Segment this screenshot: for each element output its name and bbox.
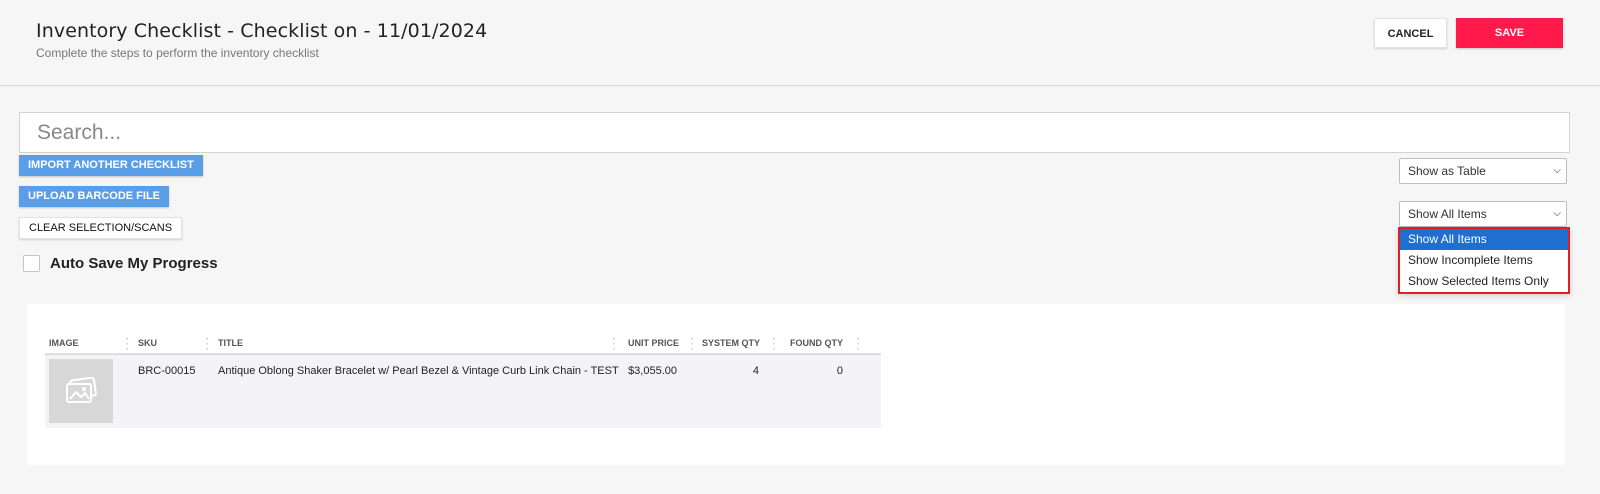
clear-selection-button[interactable]: CLEAR SELECTION/SCANS [19, 217, 183, 239]
row-sku: BRC-00015 [138, 365, 196, 377]
image-placeholder-icon [49, 359, 113, 423]
import-checklist-button[interactable]: IMPORT ANOTHER CHECKLIST [19, 155, 203, 176]
upload-barcode-button[interactable]: UPLOAD BARCODE FILE [19, 186, 169, 207]
filter-option-all[interactable]: Show All Items [1400, 229, 1568, 250]
row-unit-price: $3,055.00 [628, 365, 677, 377]
chevron-down-icon: ⌵ [1553, 165, 1561, 176]
save-button[interactable]: SAVE [1456, 18, 1563, 48]
column-resize-handle[interactable] [767, 336, 770, 350]
table-header: IMAGE SKU TITLE UNIT PRICE SYSTEM QTY FO… [45, 332, 881, 354]
auto-save-checkbox[interactable] [23, 255, 40, 272]
table-row[interactable]: BRC-00015 Antique Oblong Shaker Bracelet… [45, 354, 881, 428]
search-input[interactable] [19, 112, 1570, 153]
items-table: IMAGE SKU TITLE UNIT PRICE SYSTEM QTY FO… [45, 332, 881, 428]
column-header-found-qty[interactable]: FOUND QTY [773, 332, 843, 354]
auto-save-label: Auto Save My Progress [50, 255, 218, 272]
chevron-down-icon: ⌵ [1553, 208, 1561, 219]
column-header-unit-price[interactable]: UNIT PRICE [615, 332, 679, 354]
filter-value: Show All Items [1408, 207, 1487, 221]
column-header-image[interactable]: IMAGE [49, 332, 79, 354]
view-mode-select[interactable]: Show as Table ⌵ [1399, 158, 1567, 184]
row-found-qty: 0 [836, 365, 843, 377]
row-title: Antique Oblong Shaker Bracelet w/ Pearl … [218, 365, 619, 377]
column-header-title[interactable]: TITLE [218, 332, 243, 354]
page-title: Inventory Checklist - Checklist on - 11/… [36, 20, 488, 42]
column-resize-handle[interactable] [685, 336, 688, 350]
column-resize-handle[interactable] [120, 336, 123, 350]
column-resize-handle[interactable] [200, 336, 203, 350]
page-subtitle: Complete the steps to perform the invent… [36, 46, 319, 60]
column-header-system-qty[interactable]: SYSTEM QTY [690, 332, 760, 354]
filter-option-incomplete[interactable]: Show Incomplete Items [1400, 250, 1568, 271]
auto-save-option[interactable]: Auto Save My Progress [23, 255, 218, 272]
items-card: IMAGE SKU TITLE UNIT PRICE SYSTEM QTY FO… [27, 304, 1565, 465]
column-resize-handle[interactable] [607, 336, 610, 350]
column-header-sku[interactable]: SKU [138, 332, 157, 354]
column-resize-handle[interactable] [851, 336, 854, 350]
row-system-qty: 4 [752, 365, 759, 377]
cancel-button[interactable]: CANCEL [1374, 18, 1447, 48]
filter-option-selected[interactable]: Show Selected Items Only [1400, 271, 1568, 292]
page-header: Inventory Checklist - Checklist on - 11/… [0, 0, 1600, 86]
view-mode-value: Show as Table [1408, 164, 1486, 178]
filter-select[interactable]: Show All Items ⌵ [1399, 201, 1567, 227]
filter-dropdown-list: Show All Items Show Incomplete Items Sho… [1398, 227, 1570, 294]
